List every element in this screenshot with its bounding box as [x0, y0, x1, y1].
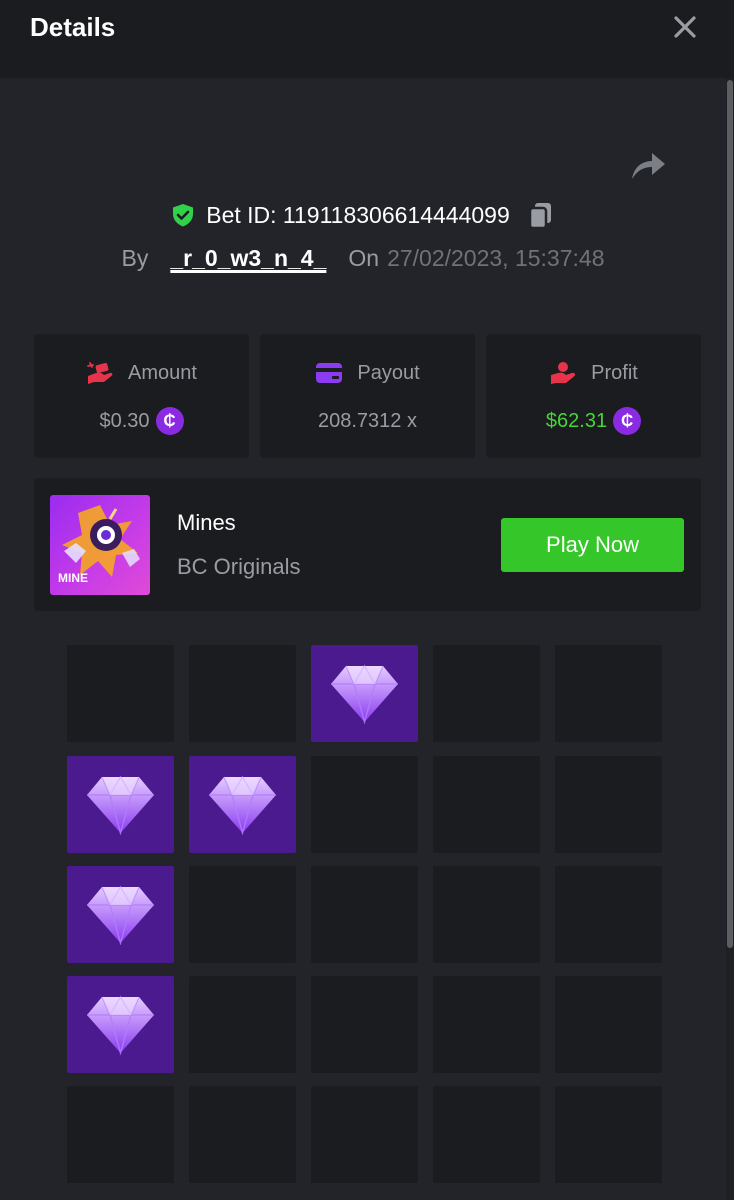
mine-tile: [555, 866, 662, 963]
mine-tile: [67, 1086, 174, 1183]
mine-tile: [311, 1086, 418, 1183]
username-link[interactable]: _r_0_w3_n_4_: [170, 245, 326, 272]
mine-tile: [433, 1086, 540, 1183]
coin-icon: ₵: [613, 407, 642, 435]
mine-tile: [555, 645, 662, 742]
amount-value: $0.30: [99, 409, 150, 432]
game-provider: BC Originals: [177, 554, 301, 579]
share-icon[interactable]: [628, 147, 668, 183]
profit-value: $62.31: [545, 409, 608, 432]
stat-profit: Profit $62.31 ₵: [486, 334, 701, 458]
game-card: MINE Mines BC Originals Play Now: [34, 478, 701, 611]
bet-byline: By _r_0_w3_n_4_ On 27/02/2023, 15:37:48: [0, 240, 726, 276]
verified-shield-icon: [173, 204, 194, 227]
coin-icon: ₵: [155, 407, 184, 435]
mine-tile: [311, 756, 418, 853]
stat-amount: Amount $0.30 ₵: [34, 334, 249, 458]
on-label: On: [348, 244, 380, 271]
play-now-button[interactable]: Play Now: [501, 518, 684, 572]
hand-coins-icon: [551, 362, 576, 384]
mine-tile: [555, 756, 662, 853]
mine-tile: [555, 976, 662, 1073]
stat-payout: Payout 208.7312 x: [260, 334, 475, 458]
game-name: Mines: [177, 510, 236, 535]
mine-tile-gem: [67, 866, 174, 963]
details-header: Details: [0, 0, 734, 78]
by-label: By: [121, 244, 149, 271]
diamond-gem-icon: [87, 775, 154, 835]
mine-tile-gem: [311, 645, 418, 742]
stat-label: Profit: [591, 361, 638, 384]
diamond-gem-icon: [87, 885, 154, 945]
diamond-gem-icon: [209, 775, 276, 835]
scrollbar-thumb[interactable]: [727, 80, 733, 948]
mine-tile: [189, 645, 296, 742]
bet-id-row: Bet ID: 119118306614444099: [0, 198, 726, 232]
mine-tile: [433, 976, 540, 1073]
mine-tile: [555, 1086, 662, 1183]
stat-label: Amount: [128, 361, 197, 384]
game-thumb-label: MINE: [58, 571, 88, 585]
stat-label: Payout: [357, 361, 420, 384]
mine-tile: [189, 866, 296, 963]
page-title: Details: [30, 12, 116, 42]
mine-tile: [189, 976, 296, 1073]
wallet-card-icon: [316, 363, 343, 383]
diamond-gem-icon: [87, 995, 154, 1055]
close-icon[interactable]: [670, 12, 700, 42]
diamond-gem-icon: [331, 664, 398, 724]
mine-tile: [311, 866, 418, 963]
bet-datetime: 27/02/2023, 15:37:48: [387, 244, 605, 271]
mine-tile: [67, 645, 174, 742]
bet-id-text: Bet ID: 119118306614444099: [206, 201, 510, 228]
mine-tile-gem: [189, 756, 296, 853]
mine-tile: [311, 976, 418, 1073]
game-thumbnail[interactable]: MINE: [50, 495, 150, 595]
hand-money-icon: [87, 362, 113, 384]
payout-value: 208.7312 x: [318, 409, 417, 432]
mine-tile: [433, 645, 540, 742]
mine-tile-gem: [67, 976, 174, 1073]
mine-tile: [189, 1086, 296, 1183]
mine-tile: [433, 756, 540, 853]
mine-tile: [433, 866, 540, 963]
copy-icon[interactable]: [526, 200, 556, 230]
mine-tile-gem: [67, 756, 174, 853]
